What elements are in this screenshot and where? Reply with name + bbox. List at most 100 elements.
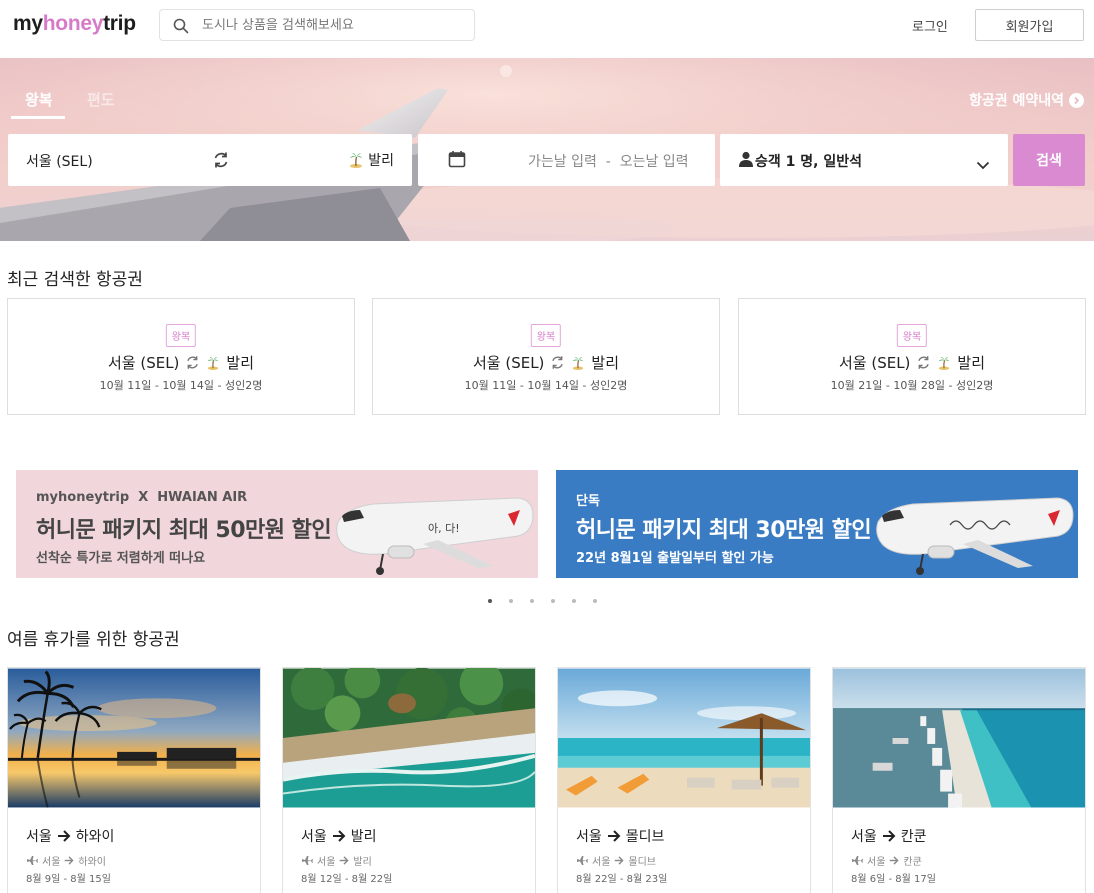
login-link[interactable]: 로그인 [912, 16, 948, 35]
logo-trip: trip [103, 12, 136, 35]
hawaii-photo [8, 668, 260, 808]
route-destination: 하와이 [78, 857, 107, 868]
search-icon [173, 18, 189, 34]
destination-title: 서울 몰디브 [576, 826, 664, 846]
banner-brand: 단독 [576, 494, 600, 509]
title-origin: 서울 [851, 829, 877, 845]
trip-type-badge: 왕복 [896, 324, 928, 347]
arrow-right-icon [615, 856, 624, 865]
carousel-dot[interactable] [509, 599, 513, 603]
route-origin: 서울 [592, 857, 611, 868]
destination-card[interactable]: 서울 하와이 서울 하와이 8월 9일 - 8월 15일 [7, 667, 261, 893]
banner-subtitle: 22년 8월1일 출발일부터 할인 가능 [576, 551, 774, 566]
carousel-dot[interactable] [572, 599, 576, 603]
logo[interactable]: myhoneytrip [13, 12, 136, 36]
passenger-summary: 승객 1 명, 일반석 [755, 154, 862, 170]
arrow-right-icon [890, 856, 899, 865]
carousel-dot[interactable] [593, 599, 597, 603]
recent-origin: 서울 (SEL) [472, 354, 545, 372]
banner-brand: myhoneytrip X HWAIAN AIR [36, 490, 248, 505]
airplane-image: 아, 다! [336, 497, 534, 575]
logo-my: my [13, 12, 43, 35]
route-destination: 몰디브 [628, 857, 657, 868]
recent-destination: 발리 [591, 354, 620, 372]
promo-banner[interactable]: 단독 허니문 패키지 최대 30만원 할인 22년 8월1일 출발일부터 할인 … [556, 470, 1078, 578]
carousel-dots [488, 599, 597, 603]
palm-island-icon [939, 356, 950, 370]
route-origin: 서울 [42, 857, 61, 868]
airplane-icon [302, 856, 313, 865]
title-origin: 서울 [576, 829, 602, 845]
summer-flights-title: 여름 휴가를 위한 항공권 [7, 630, 180, 650]
flight-search-hero: 왕복 편도 항공권 예약내역 서울 (SEL) 발리 가는날 입력 - 오는날 … [0, 58, 1094, 241]
title-destination: 하와이 [75, 829, 115, 845]
carousel-dot[interactable] [530, 599, 534, 603]
promo-banner[interactable]: myhoneytrip X HWAIAN AIR 허니문 패키지 최대 50만원… [16, 470, 538, 578]
destination-card[interactable]: 서울 몰디브 서울 몰디브 8월 22일 - 8월 23일 [557, 667, 811, 893]
destination-route: 서울 발리 [301, 853, 372, 868]
arrow-right-icon [340, 856, 349, 865]
destination-title: 서울 칸쿤 [851, 826, 927, 846]
airplane-icon [27, 856, 38, 865]
recent-origin: 서울 (SEL) [838, 354, 911, 372]
carousel-dot[interactable] [488, 599, 492, 603]
person-icon [738, 151, 754, 171]
route-destination: 칸쿤 [903, 857, 922, 868]
booking-history-link[interactable]: 항공권 예약내역 [969, 90, 1085, 110]
carousel-dot[interactable] [551, 599, 555, 603]
recent-search-card[interactable]: 왕복 서울 (SEL) 발리 10월 11일 - 10월 14일 - 성인2명 [7, 298, 355, 415]
title-origin: 서울 [26, 829, 52, 845]
date-selector[interactable]: 가는날 입력 - 오는날 입력 [418, 134, 715, 186]
destination-route: 서울 하와이 [26, 853, 106, 868]
destination-card[interactable]: 서울 칸쿤 서울 칸쿤 8월 6일 - 8월 17일 [832, 667, 1086, 893]
arrow-right-icon [57, 830, 71, 842]
header: myhoneytrip 로그인 회원가입 [0, 0, 1094, 58]
search-input[interactable] [202, 14, 462, 36]
date-range-placeholder: 가는날 입력 - 오는날 입력 [528, 154, 689, 170]
title-destination: 칸쿤 [900, 829, 927, 845]
title-destination: 몰디브 [625, 829, 665, 845]
palm-island-icon [208, 356, 219, 370]
swap-route-icon [187, 356, 199, 369]
destination-dates: 8월 9일 - 8월 15일 [26, 874, 111, 885]
recent-search-card[interactable]: 왕복 서울 (SEL) 발리 10월 21일 - 10월 28일 - 성인2명 [738, 298, 1086, 415]
swap-route-icon[interactable] [212, 151, 230, 173]
palm-island-icon [573, 356, 584, 370]
tab-roundtrip[interactable]: 왕복 [25, 89, 53, 110]
booking-history-label: 항공권 예약내역 [969, 93, 1065, 109]
search-bar[interactable] [159, 9, 475, 41]
signup-button[interactable]: 회원가입 [975, 9, 1084, 41]
route-origin: 서울 [867, 857, 886, 868]
airplane-icon [852, 856, 863, 865]
trip-type-badge: 왕복 [530, 324, 562, 347]
passenger-selector[interactable]: 승객 1 명, 일반석 [720, 134, 1008, 186]
destination-dates: 8월 22일 - 8월 23일 [576, 874, 668, 885]
destination-field[interactable]: 발리 [348, 150, 394, 170]
title-destination: 발리 [350, 829, 377, 845]
recent-destination: 발리 [957, 354, 986, 372]
calendar-icon [448, 150, 466, 172]
chevron-down-icon [976, 155, 990, 174]
recent-dates: 10월 11일 - 10월 14일 - 성인2명 [99, 379, 263, 392]
arrow-right-icon [65, 856, 74, 865]
active-tab-indicator [11, 116, 65, 119]
recent-route: 서울 (SEL) 발리 [373, 352, 719, 373]
destination-card[interactable]: 서울 발리 서울 발리 8월 12일 - 8월 22일 [282, 667, 536, 893]
recent-dates: 10월 21일 - 10월 28일 - 성인2명 [830, 379, 994, 392]
flight-search-button[interactable]: 검색 [1013, 134, 1085, 186]
arrow-right-icon [607, 830, 621, 842]
route-selector[interactable]: 서울 (SEL) 발리 [8, 134, 412, 186]
recent-dates: 10월 11일 - 10월 14일 - 성인2명 [464, 379, 628, 392]
airplane-livery-text: 아, 다! [428, 522, 460, 535]
bali-photo [283, 668, 535, 808]
title-origin: 서울 [301, 829, 327, 845]
swap-route-icon [918, 356, 930, 369]
banner-title: 허니문 패키지 최대 30만원 할인 [576, 518, 872, 543]
banner-title: 허니문 패키지 최대 50만원 할인 [36, 518, 332, 543]
tab-oneway[interactable]: 편도 [87, 89, 115, 110]
recent-destination: 발리 [226, 354, 255, 372]
recent-search-card[interactable]: 왕복 서울 (SEL) 발리 10월 11일 - 10월 14일 - 성인2명 [372, 298, 720, 415]
route-origin: 서울 [317, 857, 336, 868]
origin-field[interactable]: 서울 (SEL) [26, 151, 93, 171]
destination-title: 서울 하와이 [26, 826, 114, 846]
